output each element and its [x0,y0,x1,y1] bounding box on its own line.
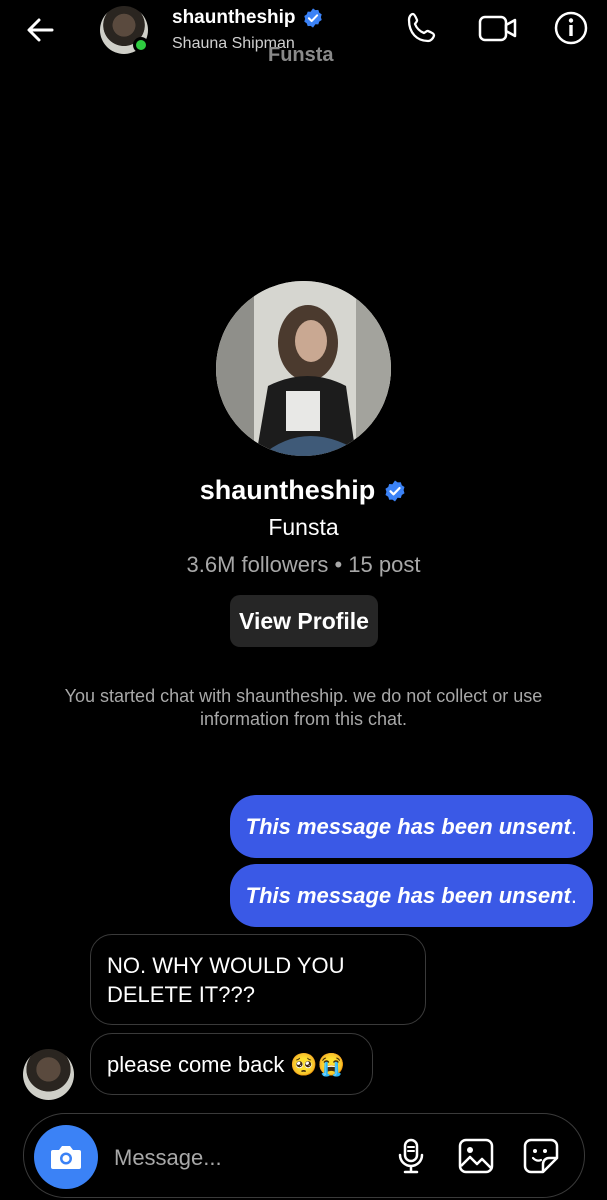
verified-badge-icon [385,480,405,501]
profile-username: shauntheship [0,475,607,506]
video-icon[interactable] [478,10,518,46]
gallery-icon[interactable] [456,1136,496,1176]
header-username-text: shauntheship [172,7,296,28]
message-bubble-outgoing[interactable]: This message has been unsent. [229,795,593,858]
profile-photo [216,281,391,456]
message-text: please come back 🥺😭 [107,1051,346,1077]
message-bubble-outgoing[interactable]: This message has been unsent. [229,864,593,927]
profile-stats: 3.6M followers • 15 post [186,552,421,577]
message-text: This message has been unsent [245,882,571,908]
phone-icon[interactable] [404,10,440,46]
chat-notice: You started chat with shauntheship. we d… [64,686,543,729]
camera-icon [51,1146,81,1169]
profile-username-text: shauntheship [199,475,376,505]
sender-avatar[interactable] [23,1049,74,1100]
message-text: This message has been unsent [245,813,571,839]
message-suffix: . [570,882,577,908]
message-text: NO. WHY WOULD YOU DELETE IT??? [107,952,345,1007]
back-arrow-icon[interactable] [22,12,58,48]
message-bubble-incoming[interactable]: please come back 🥺😭 [90,1033,373,1095]
profile-tagline: Funsta [268,514,339,540]
message-input[interactable] [114,1141,374,1175]
camera-button[interactable] [34,1125,98,1189]
header-username[interactable]: shauntheship [172,7,324,29]
info-icon[interactable] [553,10,589,46]
online-status-dot [133,37,149,53]
chat-header: shauntheship Shauna Shipman Funsta [0,0,607,66]
sticker-icon[interactable] [521,1136,561,1176]
overlay-tag: Funsta [268,44,334,66]
verified-badge-icon [303,8,322,28]
microphone-icon[interactable] [391,1136,431,1176]
message-suffix: . [570,813,577,839]
view-profile-button[interactable]: View Profile [230,595,378,647]
profile-avatar[interactable] [216,281,391,456]
message-bubble-incoming[interactable]: NO. WHY WOULD YOU DELETE IT??? [90,934,426,1025]
